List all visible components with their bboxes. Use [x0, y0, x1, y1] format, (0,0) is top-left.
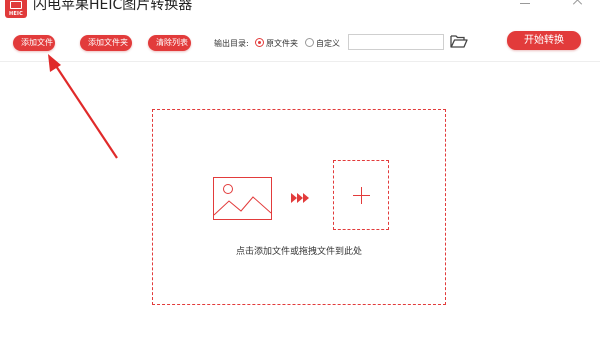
triple-arrow-icon — [291, 193, 309, 203]
app-title: 闪电苹果HEIC图片转换器 — [33, 0, 193, 13]
logo-picture-frame — [10, 1, 22, 9]
add-folder-button[interactable]: 添加文件夹 — [80, 35, 132, 51]
folder-open-icon[interactable] — [450, 34, 468, 48]
drop-hint-text: 点击添加文件或拖拽文件到此处 — [235, 247, 362, 257]
heic-logo-icon: HEIC — [5, 0, 27, 18]
clear-list-button[interactable]: 清除列表 — [148, 35, 191, 51]
close-icon[interactable] — [572, 0, 584, 6]
radio-original-folder-label[interactable]: 原文件夹 — [266, 38, 298, 49]
start-convert-button[interactable]: 开始转换 — [507, 31, 581, 50]
radio-custom-label[interactable]: 自定义 — [316, 38, 340, 49]
logo-text: HEIC — [9, 11, 23, 17]
radio-original-folder[interactable] — [255, 38, 264, 47]
minimize-icon[interactable] — [520, 0, 530, 4]
plus-icon — [353, 187, 370, 204]
app-window: HEIC 闪电苹果HEIC图片转换器 添加文件 添加文件夹 清除列表 输出目录:… — [0, 0, 600, 347]
toolbar-divider — [0, 61, 600, 62]
drop-zone[interactable]: 点击添加文件或拖拽文件到此处 — [152, 109, 446, 305]
add-file-box[interactable] — [333, 160, 389, 230]
title-bar: HEIC 闪电苹果HEIC图片转换器 — [0, 0, 600, 20]
toolbar: 添加文件 添加文件夹 清除列表 输出目录: 原文件夹 自定义 开始转换 — [0, 20, 600, 62]
output-path-input[interactable] — [348, 34, 444, 50]
add-file-button[interactable]: 添加文件 — [13, 35, 55, 51]
image-icon — [213, 177, 272, 220]
radio-custom[interactable] — [305, 38, 314, 47]
output-dir-label: 输出目录: — [214, 39, 249, 48]
